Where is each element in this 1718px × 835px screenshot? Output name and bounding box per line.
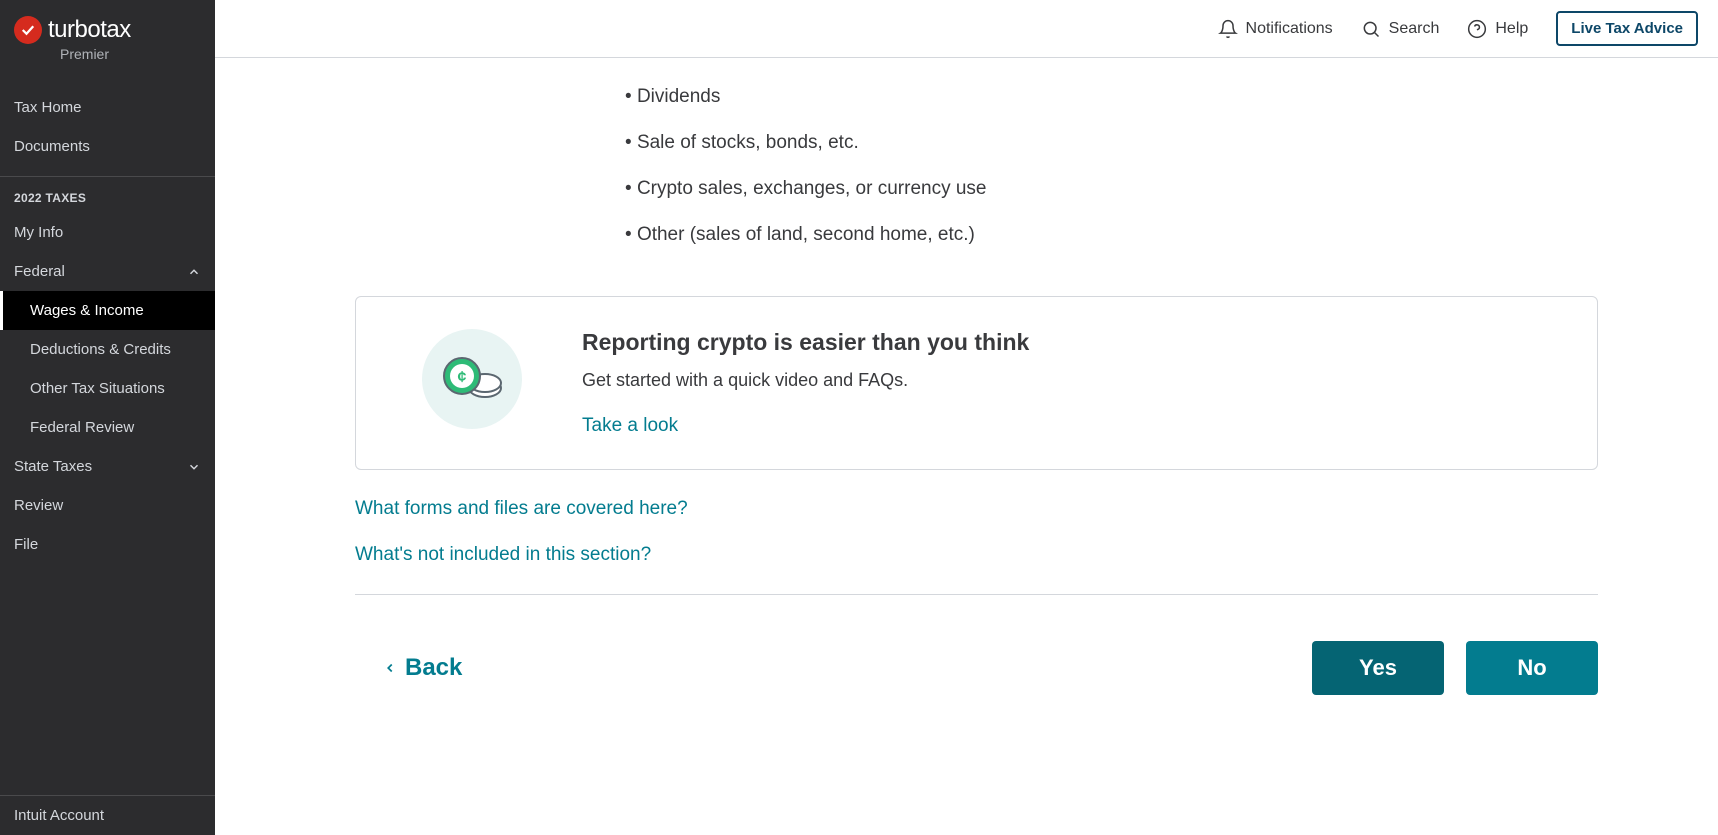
brand-name: turbotax [48, 16, 131, 44]
sidebar-item-my-info[interactable]: My Info [0, 213, 215, 252]
yes-button[interactable]: Yes [1312, 641, 1444, 695]
no-button[interactable]: No [1466, 641, 1598, 695]
topbar: Notifications Search Help Live Tax Advic… [215, 0, 1718, 58]
sidebar-sub-wages-income[interactable]: Wages & Income [0, 291, 215, 330]
search-icon [1361, 19, 1381, 39]
nav-section-label: 2022 TAXES [0, 177, 215, 213]
sidebar-item-review[interactable]: Review [0, 486, 215, 525]
bullet-item: Sale of stocks, bonds, etc. [625, 132, 1598, 154]
logo[interactable]: turbotax [14, 16, 201, 44]
bullet-item: Other (sales of land, second home, etc.) [625, 224, 1598, 246]
nav-top: Tax Home Documents [0, 70, 215, 166]
nav-bottom: Intuit Account [0, 795, 215, 835]
help-button[interactable]: Help [1467, 19, 1528, 39]
live-tax-advice-button[interactable]: Live Tax Advice [1556, 11, 1698, 46]
card-desc: Get started with a quick video and FAQs. [582, 370, 1561, 391]
action-bar: Back Yes No [355, 594, 1598, 695]
brand-tier: Premier [60, 46, 201, 62]
sidebar-sub-other-tax-situations[interactable]: Other Tax Situations [0, 369, 215, 408]
bullet-item: Dividends [625, 86, 1598, 108]
help-icon [1467, 19, 1487, 39]
card-body: Reporting crypto is easier than you thin… [582, 329, 1561, 437]
forms-covered-link[interactable]: What forms and files are covered here? [355, 498, 1598, 520]
card-title: Reporting crypto is easier than you thin… [582, 329, 1561, 356]
take-a-look-link[interactable]: Take a look [582, 415, 678, 436]
bullet-list: Dividends Sale of stocks, bonds, etc. Cr… [355, 86, 1598, 246]
sidebar-item-file[interactable]: File [0, 525, 215, 564]
sidebar: turbotax Premier Tax Home Documents 2022… [0, 0, 215, 835]
chevron-down-icon [187, 460, 201, 474]
bell-icon [1218, 19, 1238, 39]
sidebar-item-intuit-account[interactable]: Intuit Account [0, 796, 215, 835]
crypto-info-card: ¢ Reporting crypto is easier than you th… [355, 296, 1598, 470]
checkmark-logo-icon [14, 16, 42, 44]
notifications-button[interactable]: Notifications [1218, 19, 1333, 39]
content: Dividends Sale of stocks, bonds, etc. Cr… [215, 58, 1718, 835]
back-button[interactable]: Back [355, 654, 462, 682]
logo-block: turbotax Premier [0, 0, 215, 70]
sidebar-sub-federal-review[interactable]: Federal Review [0, 408, 215, 447]
sidebar-item-state-taxes[interactable]: State Taxes [0, 447, 215, 486]
sidebar-item-federal[interactable]: Federal [0, 252, 215, 291]
bullet-item: Crypto sales, exchanges, or currency use [625, 178, 1598, 200]
sidebar-sub-deductions-credits[interactable]: Deductions & Credits [0, 330, 215, 369]
sidebar-item-documents[interactable]: Documents [0, 127, 215, 166]
action-buttons: Yes No [1312, 641, 1598, 695]
crypto-coins-icon: ¢ [422, 329, 522, 429]
sidebar-item-tax-home[interactable]: Tax Home [0, 88, 215, 127]
search-button[interactable]: Search [1361, 19, 1440, 39]
main: Notifications Search Help Live Tax Advic… [215, 0, 1718, 835]
chevron-left-icon [383, 657, 397, 679]
svg-text:¢: ¢ [458, 369, 467, 386]
not-included-link[interactable]: What's not included in this section? [355, 544, 1598, 566]
chevron-up-icon [187, 265, 201, 279]
